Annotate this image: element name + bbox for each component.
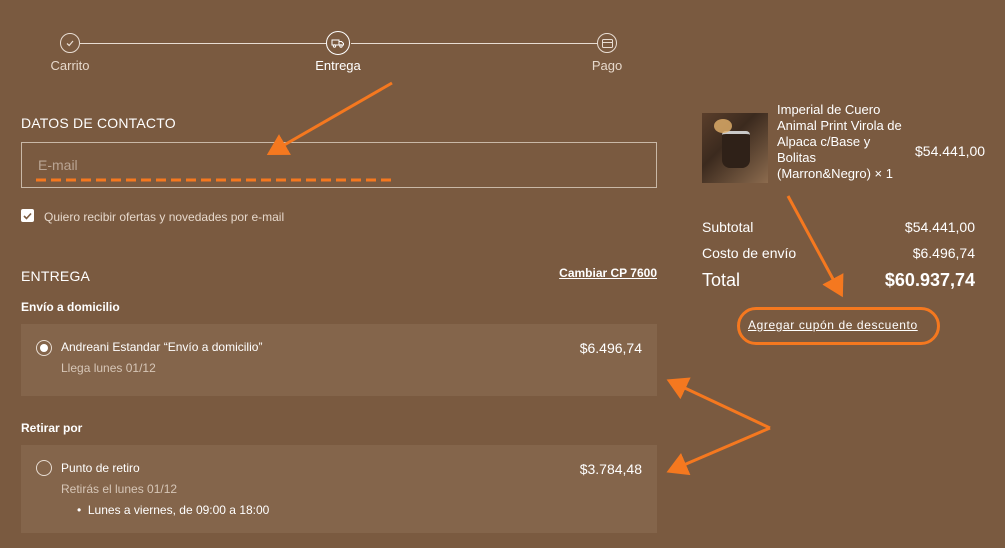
newsletter-checkbox[interactable] [21, 209, 34, 222]
product-thumbnail-mug [722, 131, 750, 168]
pickup-option[interactable]: Punto de retiro Retirás el lunes 01/12 •… [21, 445, 657, 533]
shipping-row: Costo de envío $6.496,74 [702, 245, 975, 261]
home-delivery-group-label: Envío a domicilio [21, 300, 120, 314]
bullet: • [77, 503, 88, 517]
arrow-to-pickup-option [666, 426, 771, 476]
step-pago-label[interactable]: Pago [592, 58, 622, 73]
checkmark-icon [23, 212, 32, 220]
change-cp-link[interactable]: Cambiar CP 7600 [559, 266, 657, 280]
newsletter-label[interactable]: Quiero recibir ofertas y novedades por e… [44, 210, 284, 224]
email-field-container[interactable] [21, 142, 657, 188]
step-entrega-label: Entrega [315, 58, 361, 73]
shipping-value: $6.496,74 [912, 245, 975, 261]
card-icon [601, 38, 613, 48]
stepper-line-2 [351, 43, 598, 44]
step-entrega-dot [326, 31, 350, 55]
pickup-group-label: Retirar por [21, 421, 83, 435]
home-delivery-price: $6.496,74 [579, 340, 642, 356]
check-icon [66, 40, 74, 47]
subtotal-row: Subtotal $54.441,00 [702, 219, 975, 235]
pickup-hours-item: • Lunes a viernes, de 09:00 a 18:00 [77, 503, 269, 517]
pickup-subtitle: Retirás el lunes 01/12 [61, 482, 178, 496]
stepper-line-1 [80, 43, 326, 44]
email-input[interactable] [36, 156, 640, 174]
product-name: Imperial de Cuero Animal Print Virola de… [777, 102, 902, 181]
delivery-section-title: ENTREGA [21, 268, 91, 284]
subtotal-value: $54.441,00 [904, 219, 975, 235]
contact-section-title: DATOS DE CONTACTO [21, 115, 176, 131]
truck-icon [331, 39, 344, 48]
pickup-title: Punto de retiro [61, 461, 140, 475]
home-delivery-option[interactable]: Andreani Estandar “Envío a domicilio” Ll… [21, 324, 657, 396]
product-price: $54.441,00 [915, 143, 986, 159]
subtotal-label: Subtotal [702, 219, 754, 235]
pickup-hours: Lunes a viernes, de 09:00 a 18:00 [87, 503, 270, 517]
product-thumbnail-light [714, 119, 732, 133]
step-pago-dot[interactable] [597, 33, 617, 53]
total-value: $60.937,74 [884, 270, 975, 290]
add-coupon-link[interactable]: Agregar cupón de descuento [748, 318, 918, 332]
home-delivery-radio[interactable] [36, 340, 52, 356]
home-delivery-subtitle: Llega lunes 01/12 [61, 361, 156, 375]
total-label: Total [702, 270, 741, 290]
total-row: Total $60.937,74 [702, 270, 975, 291]
product-thumbnail [702, 113, 768, 183]
pickup-price: $3.784,48 [579, 461, 642, 477]
shipping-label: Costo de envío [702, 245, 797, 261]
step-carrito-dot[interactable] [60, 33, 80, 53]
arrow-to-home-option [666, 377, 771, 430]
pickup-radio[interactable] [36, 460, 52, 476]
home-delivery-title: Andreani Estandar “Envío a domicilio” [61, 340, 263, 354]
step-carrito-label[interactable]: Carrito [50, 58, 89, 73]
